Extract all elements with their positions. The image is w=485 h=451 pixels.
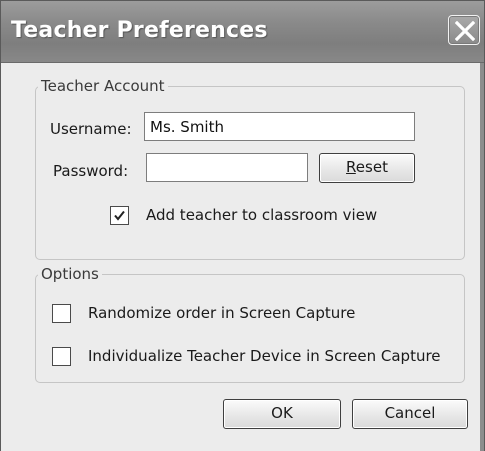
reset-mnemonic: R: [346, 158, 356, 176]
password-field[interactable]: [146, 153, 308, 182]
teacher-preferences-dialog: Teacher Preferences Teacher Account User…: [0, 0, 485, 451]
randomize-label: Randomize order in Screen Capture: [88, 304, 356, 322]
individualize-checkbox[interactable]: [52, 347, 71, 366]
close-icon: [455, 21, 475, 41]
add-teacher-label: Add teacher to classroom view: [146, 206, 378, 224]
window-border: [480, 63, 484, 451]
title-bar[interactable]: Teacher Preferences: [1, 1, 484, 63]
username-label: Username:: [50, 120, 132, 138]
checkmark-icon: [114, 210, 125, 221]
close-button[interactable]: [448, 15, 480, 45]
cancel-button[interactable]: Cancel: [352, 399, 468, 429]
randomize-checkbox[interactable]: [52, 304, 71, 323]
options-legend: Options: [41, 265, 99, 283]
options-group: Options: [35, 265, 465, 383]
username-field[interactable]: [144, 112, 415, 141]
individualize-label: Individualize Teacher Device in Screen C…: [88, 347, 441, 365]
add-teacher-checkbox[interactable]: [110, 206, 129, 225]
password-label: Password:: [53, 162, 129, 180]
dialog-title: Teacher Preferences: [11, 18, 268, 43]
reset-label-rest: eset: [355, 158, 388, 176]
reset-button[interactable]: Reset: [319, 153, 415, 183]
ok-button[interactable]: OK: [223, 399, 341, 429]
teacher-account-legend: Teacher Account: [41, 77, 165, 95]
